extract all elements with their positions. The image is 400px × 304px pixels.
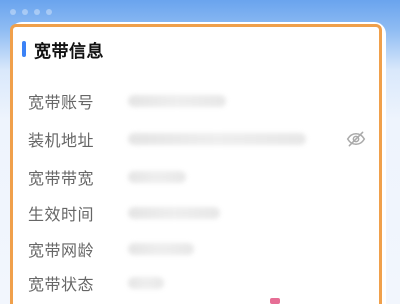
dot: [46, 9, 52, 15]
eye-hidden-icon[interactable]: [346, 129, 366, 149]
row-bandwidth: 宽带带宽: [28, 165, 378, 189]
masked-value: [128, 243, 194, 255]
status-dots: [10, 9, 70, 15]
row-label: 宽带带宽: [28, 169, 95, 188]
screen: 宽带信息 宽带账号 装机地址 宽带带宽 生效时间 宽带网龄 宽带状态: [0, 0, 400, 304]
row-install-address: 装机地址: [28, 127, 378, 151]
masked-value: [128, 133, 306, 145]
section-accent-bar: [22, 41, 26, 57]
dot: [10, 9, 16, 15]
row-label: 装机地址: [28, 131, 95, 150]
masked-value: [128, 95, 226, 107]
row-network-age: 宽带网龄: [28, 237, 378, 261]
row-label: 生效时间: [28, 205, 95, 224]
section-header: 宽带信息: [22, 39, 104, 62]
row-broadband-account: 宽带账号: [28, 89, 378, 113]
masked-value: [128, 277, 164, 289]
dot: [22, 9, 28, 15]
row-label: 宽带状态: [28, 275, 95, 294]
row-label: 宽带网龄: [28, 241, 95, 260]
row-label: 宽带账号: [28, 93, 95, 112]
masked-value: [128, 207, 220, 219]
masked-value: [128, 171, 186, 183]
row-broadband-status: 宽带状态: [28, 271, 378, 295]
row-effective-time: 生效时间: [28, 201, 378, 225]
dot: [34, 9, 40, 15]
pointer-arrow-tip: [270, 298, 280, 304]
section-title: 宽带信息: [34, 41, 104, 62]
broadband-info-card: [10, 22, 386, 304]
